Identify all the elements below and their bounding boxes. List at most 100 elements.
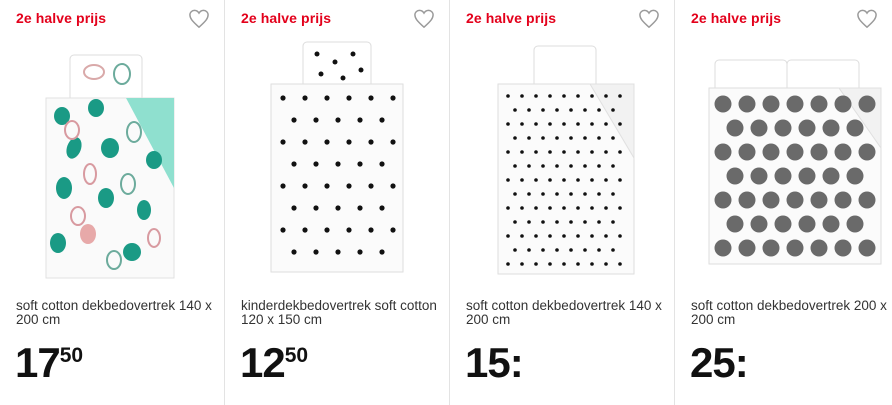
pattern-dot: [520, 262, 524, 266]
pattern-dot: [569, 108, 573, 112]
pattern-dot: [611, 136, 615, 140]
pattern-dot: [590, 150, 594, 154]
pattern-dot: [357, 249, 363, 255]
product-card[interactable]: 2e halve prijs kinderdekbedovertrek soft…: [225, 0, 450, 405]
pattern-dot: [324, 183, 330, 189]
pattern-dot: [534, 178, 538, 182]
pattern-dot: [548, 234, 552, 238]
pattern-dot: [541, 136, 545, 140]
pattern-dot: [324, 139, 330, 145]
pattern-dot: [858, 143, 876, 161]
pattern-dot: [562, 234, 566, 238]
product-title[interactable]: kinderdekbedovertrek soft cotton 120 x 1…: [241, 299, 441, 327]
pattern-dot: [726, 215, 744, 233]
pattern-dot: [762, 143, 780, 161]
product-card[interactable]: 2e halve prijs soft cotton dekbedovertre…: [675, 0, 892, 405]
product-image[interactable]: [14, 38, 210, 288]
product-price: 25:: [690, 342, 749, 384]
pattern-dot: [541, 220, 545, 224]
pattern-dot: [291, 161, 297, 167]
pattern-dot: [313, 161, 319, 167]
pattern-dot: [583, 248, 587, 252]
heart-icon[interactable]: [856, 9, 878, 29]
pattern-dot: [604, 206, 608, 210]
pattern-dot: [750, 167, 768, 185]
pattern-dot: [858, 239, 876, 257]
pattern-dot: [738, 239, 756, 257]
pattern-dot: [750, 215, 768, 233]
pattern-dot: [291, 205, 297, 211]
product-price: 1250: [240, 342, 308, 384]
product-image[interactable]: [239, 38, 435, 288]
pattern-dot: [798, 167, 816, 185]
pattern-dot: [576, 262, 580, 266]
pattern-dot: [527, 164, 531, 168]
pattern-dot: [798, 215, 816, 233]
pattern-dot: [786, 239, 804, 257]
pattern-dot: [555, 220, 559, 224]
pattern-dot: [618, 234, 622, 238]
pattern-dot: [527, 248, 531, 252]
pattern-dot: [774, 167, 792, 185]
pattern-dot: [534, 262, 538, 266]
product-title[interactable]: soft cotton dekbedovertrek 200 x 200 cm: [691, 299, 891, 327]
product-title[interactable]: soft cotton dekbedovertrek 140 x 200 cm: [16, 299, 216, 327]
pattern-dot: [313, 249, 319, 255]
pattern-dot: [774, 215, 792, 233]
pattern-dot: [520, 234, 524, 238]
pattern-dot: [368, 139, 374, 145]
pattern-dot: [604, 234, 608, 238]
heart-icon[interactable]: [413, 9, 435, 29]
pattern-dot: [590, 94, 594, 98]
pattern-dot: [368, 227, 374, 233]
pattern-dot: [810, 95, 828, 113]
pattern-dot: [555, 164, 559, 168]
pattern-dot: [562, 178, 566, 182]
pattern-dot: [506, 234, 510, 238]
product-image[interactable]: [689, 38, 885, 288]
product-card[interactable]: 2e halve prijs soft cotton dekbedovertre…: [450, 0, 675, 405]
pattern-dot: [846, 119, 864, 137]
pattern-dot: [357, 205, 363, 211]
pattern-dot: [357, 161, 363, 167]
product-title[interactable]: soft cotton dekbedovertrek 140 x 200 cm: [466, 299, 666, 327]
pattern-dot: [618, 178, 622, 182]
pattern-dot: [834, 95, 852, 113]
pattern-dot: [738, 191, 756, 209]
heart-icon[interactable]: [638, 9, 660, 29]
pattern-dot: [520, 94, 524, 98]
pattern-dot: [548, 206, 552, 210]
pattern-dot: [506, 94, 510, 98]
pattern-dot: [786, 95, 804, 113]
pattern-dot: [520, 122, 524, 126]
pattern-dot: [390, 139, 396, 145]
promo-badge: 2e halve prijs: [466, 10, 557, 26]
product-image[interactable]: [464, 38, 660, 288]
pattern-dot: [548, 94, 552, 98]
pattern-dot: [576, 178, 580, 182]
pattern-dot: [714, 95, 732, 113]
pattern-dot: [379, 249, 385, 255]
pattern-dot: [313, 205, 319, 211]
pattern-dot: [611, 164, 615, 168]
pattern-dot: [541, 192, 545, 196]
pattern-dot: [714, 239, 732, 257]
pattern-dot: [534, 94, 538, 98]
pattern-dot: [562, 94, 566, 98]
product-card[interactable]: 2e halve prijs soft cotton dekbedovertre…: [0, 0, 225, 405]
pattern-dot: [858, 95, 876, 113]
pattern-dot: [858, 191, 876, 209]
pattern-dot: [714, 143, 732, 161]
pattern-dot: [527, 220, 531, 224]
pattern-dot: [590, 122, 594, 126]
pattern-dot: [513, 164, 517, 168]
pattern-dot: [604, 94, 608, 98]
pattern-dot: [611, 220, 615, 224]
pattern-dot: [513, 108, 517, 112]
pattern-dot: [618, 122, 622, 126]
pattern-dot: [506, 178, 510, 182]
heart-icon[interactable]: [188, 9, 210, 29]
pattern-dot: [302, 95, 308, 101]
pattern-dot: [527, 136, 531, 140]
pattern-dot: [597, 108, 601, 112]
